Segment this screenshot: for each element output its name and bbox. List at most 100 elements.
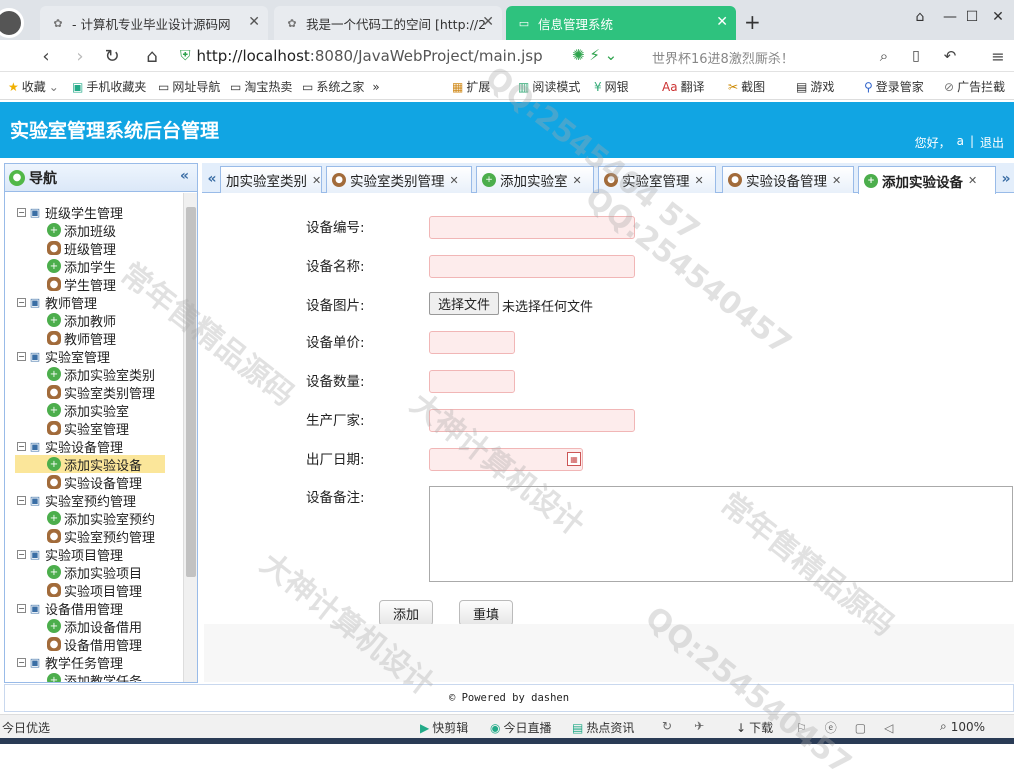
tool-adblock[interactable]: ⊘ 广告拦截 — [944, 78, 1005, 95]
tab-scroll-left-icon[interactable]: « — [204, 167, 220, 191]
bookmark-nav[interactable]: ▭ 网址导航 — [158, 78, 220, 95]
tool-login[interactable]: ⚲ 登录管家 — [864, 78, 924, 95]
tab-scroll-right-icon[interactable]: » — [998, 167, 1014, 191]
sidebar-group[interactable]: − ▣ 教学任务管理 — [17, 653, 123, 672]
scrollbar-thumb[interactable] — [186, 207, 196, 577]
sidebar-scrollbar[interactable] — [183, 193, 197, 682]
status-left[interactable]: 今日优选 — [2, 719, 50, 736]
equipment-name-input[interactable] — [429, 255, 635, 278]
status-download[interactable]: ↓ 下载 — [736, 719, 773, 736]
sidebar-item[interactable]: ● 教师管理 — [47, 329, 116, 348]
tab-4[interactable]: ● 实验设备管理 ✕ — [722, 166, 854, 193]
tool-translate[interactable]: Aa 翻译 — [662, 78, 705, 95]
tool-reader[interactable]: ▥ 阅读模式 — [518, 78, 580, 95]
sidebar-group[interactable]: − ▣ 设备借用管理 — [17, 599, 123, 618]
ie-icon[interactable]: ⓔ — [825, 719, 837, 736]
sidebar-item[interactable]: + 添加班级 — [47, 221, 116, 240]
speaker-icon[interactable]: ◁ — [884, 721, 893, 735]
sidebar-item[interactable]: + 添加设备借用 — [47, 617, 142, 636]
sidebar-group[interactable]: − ▣ 教师管理 — [17, 293, 97, 312]
browser-tab-1[interactable]: ✿ - 计算机专业毕业设计源码网 ✕ — [40, 6, 268, 40]
menu-icon[interactable]: ≡ — [986, 44, 1010, 68]
sidebar-group[interactable]: − ▣ 实验设备管理 — [17, 437, 123, 456]
close-tab-icon[interactable]: ✕ — [716, 14, 728, 30]
choose-file-button[interactable]: 选择文件 — [429, 292, 500, 315]
calendar-icon[interactable]: ▦ — [567, 452, 581, 466]
speed-icon[interactable]: ✺ ⚡ ⌄ — [572, 46, 617, 64]
logout-link[interactable]: 退出 — [980, 134, 1004, 151]
collapse-toggle-icon[interactable]: − — [17, 549, 26, 559]
bookmark-taobao[interactable]: ▭ 淘宝热卖 — [230, 78, 292, 95]
tab-3[interactable]: ● 实验室管理 ✕ — [598, 166, 716, 193]
collapse-toggle-icon[interactable]: − — [17, 207, 26, 217]
close-icon[interactable]: ✕ — [312, 174, 321, 187]
back-button[interactable]: ‹ — [34, 44, 58, 68]
status-news[interactable]: ▤ 热点资讯 — [572, 719, 634, 736]
zoom-control[interactable]: ⌕ 100% — [940, 719, 985, 734]
sidebar-item[interactable]: ● 实验室预约管理 — [47, 527, 155, 546]
status-quickcut[interactable]: ▶ 快剪辑 — [420, 719, 468, 736]
reset-button[interactable]: 重填 — [459, 600, 513, 626]
sidebar-item[interactable]: ● 实验项目管理 — [47, 581, 142, 600]
close-icon[interactable]: ✕ — [695, 174, 704, 187]
sidebar-item[interactable]: + 添加实验室 — [47, 401, 129, 420]
collapse-toggle-icon[interactable]: − — [17, 351, 26, 361]
sidebar-item[interactable]: + 添加教学任务 — [47, 671, 142, 682]
tool-screenshot[interactable]: ✂ 截图 — [728, 78, 765, 95]
maximize-button[interactable]: ☐ — [958, 6, 986, 28]
manufacture-date-input[interactable] — [429, 448, 583, 471]
quantity-input[interactable] — [429, 370, 515, 393]
skin-icon[interactable]: ⌂ — [906, 6, 934, 28]
hot-search-text[interactable]: 世界杯16进8激烈厮杀！ — [652, 48, 794, 67]
phone-icon[interactable]: ▯ — [904, 44, 928, 68]
remark-textarea[interactable] — [429, 486, 1013, 582]
window-icon[interactable]: ▢ — [855, 721, 866, 735]
tool-bank[interactable]: ¥ 网银 — [594, 78, 629, 95]
bookmark-mobile[interactable]: ▣ 手机收藏夹 — [72, 78, 146, 95]
close-tab-icon[interactable]: ✕ — [248, 14, 260, 30]
sidebar-item[interactable]: + 添加实验室预约 — [47, 509, 155, 528]
submit-button[interactable]: 添加 — [379, 600, 433, 626]
sidebar-item[interactable]: + 添加学生 — [47, 257, 116, 276]
flag-icon[interactable]: ⚐ — [796, 721, 807, 735]
sidebar-group[interactable]: − ▣ 实验室管理 — [17, 347, 110, 366]
sidebar-item[interactable]: + 添加教师 — [47, 311, 116, 330]
sidebar-item[interactable]: ● 班级管理 — [47, 239, 116, 258]
forward-button[interactable]: › — [68, 44, 92, 68]
unit-price-input[interactable] — [429, 331, 515, 354]
tab-0[interactable]: 加实验室类别 ✕ — [220, 166, 322, 193]
undo-icon[interactable]: ↶ — [938, 44, 962, 68]
sidebar-item[interactable]: + 添加实验设备 — [15, 455, 165, 474]
browser-tab-3-active[interactable]: ▭ 信息管理系统 ✕ — [506, 6, 736, 40]
tab-5[interactable]: + 添加实验设备 ✕ — [858, 166, 996, 194]
sidebar-item[interactable]: ● 实验设备管理 — [47, 473, 142, 492]
close-icon[interactable]: ✕ — [968, 174, 977, 187]
collapse-toggle-icon[interactable]: − — [17, 603, 26, 613]
home-button[interactable]: ⌂ — [140, 44, 164, 68]
close-window-button[interactable]: ✕ — [984, 6, 1012, 28]
reload-button[interactable]: ↻ — [100, 44, 124, 68]
collapse-toggle-icon[interactable]: − — [17, 657, 26, 667]
sidebar-item[interactable]: + 添加实验室类别 — [47, 365, 155, 384]
sidebar-group[interactable]: − ▣ 实验项目管理 — [17, 545, 123, 564]
status-live[interactable]: ◉ 今日直播 — [490, 719, 552, 736]
browser-tab-2[interactable]: ✿ 我是一个代码工的空间 [http://2 ✕ — [274, 6, 502, 40]
sidebar-item[interactable]: ● 实验室管理 — [47, 419, 129, 438]
tool-extension[interactable]: ▦ 扩展 — [452, 78, 490, 95]
collapse-toggle-icon[interactable]: − — [17, 297, 26, 307]
collapse-toggle-icon[interactable]: − — [17, 495, 26, 505]
collapse-icon[interactable]: « — [180, 168, 189, 184]
tool-games[interactable]: ▤ 游戏 — [796, 78, 834, 95]
close-icon[interactable]: ✕ — [832, 174, 841, 187]
search-icon[interactable]: ⌕ — [872, 44, 896, 68]
sidebar-group[interactable]: − ▣ 实验室预约管理 — [17, 491, 136, 510]
close-icon[interactable]: ✕ — [573, 174, 582, 187]
manufacturer-input[interactable] — [429, 409, 635, 432]
bookmark-xitong[interactable]: ▭ 系统之家» — [302, 78, 383, 95]
sidebar-item[interactable]: + 添加实验项目 — [47, 563, 142, 582]
tab-1[interactable]: ● 实验室类别管理 ✕ — [326, 166, 472, 193]
close-icon[interactable]: ✕ — [450, 174, 459, 187]
refresh-icon[interactable]: ↻ — [662, 719, 672, 733]
close-tab-icon[interactable]: ✕ — [482, 14, 494, 30]
bookmark-favorites[interactable]: ★ 收藏 ⌄ — [8, 78, 62, 95]
